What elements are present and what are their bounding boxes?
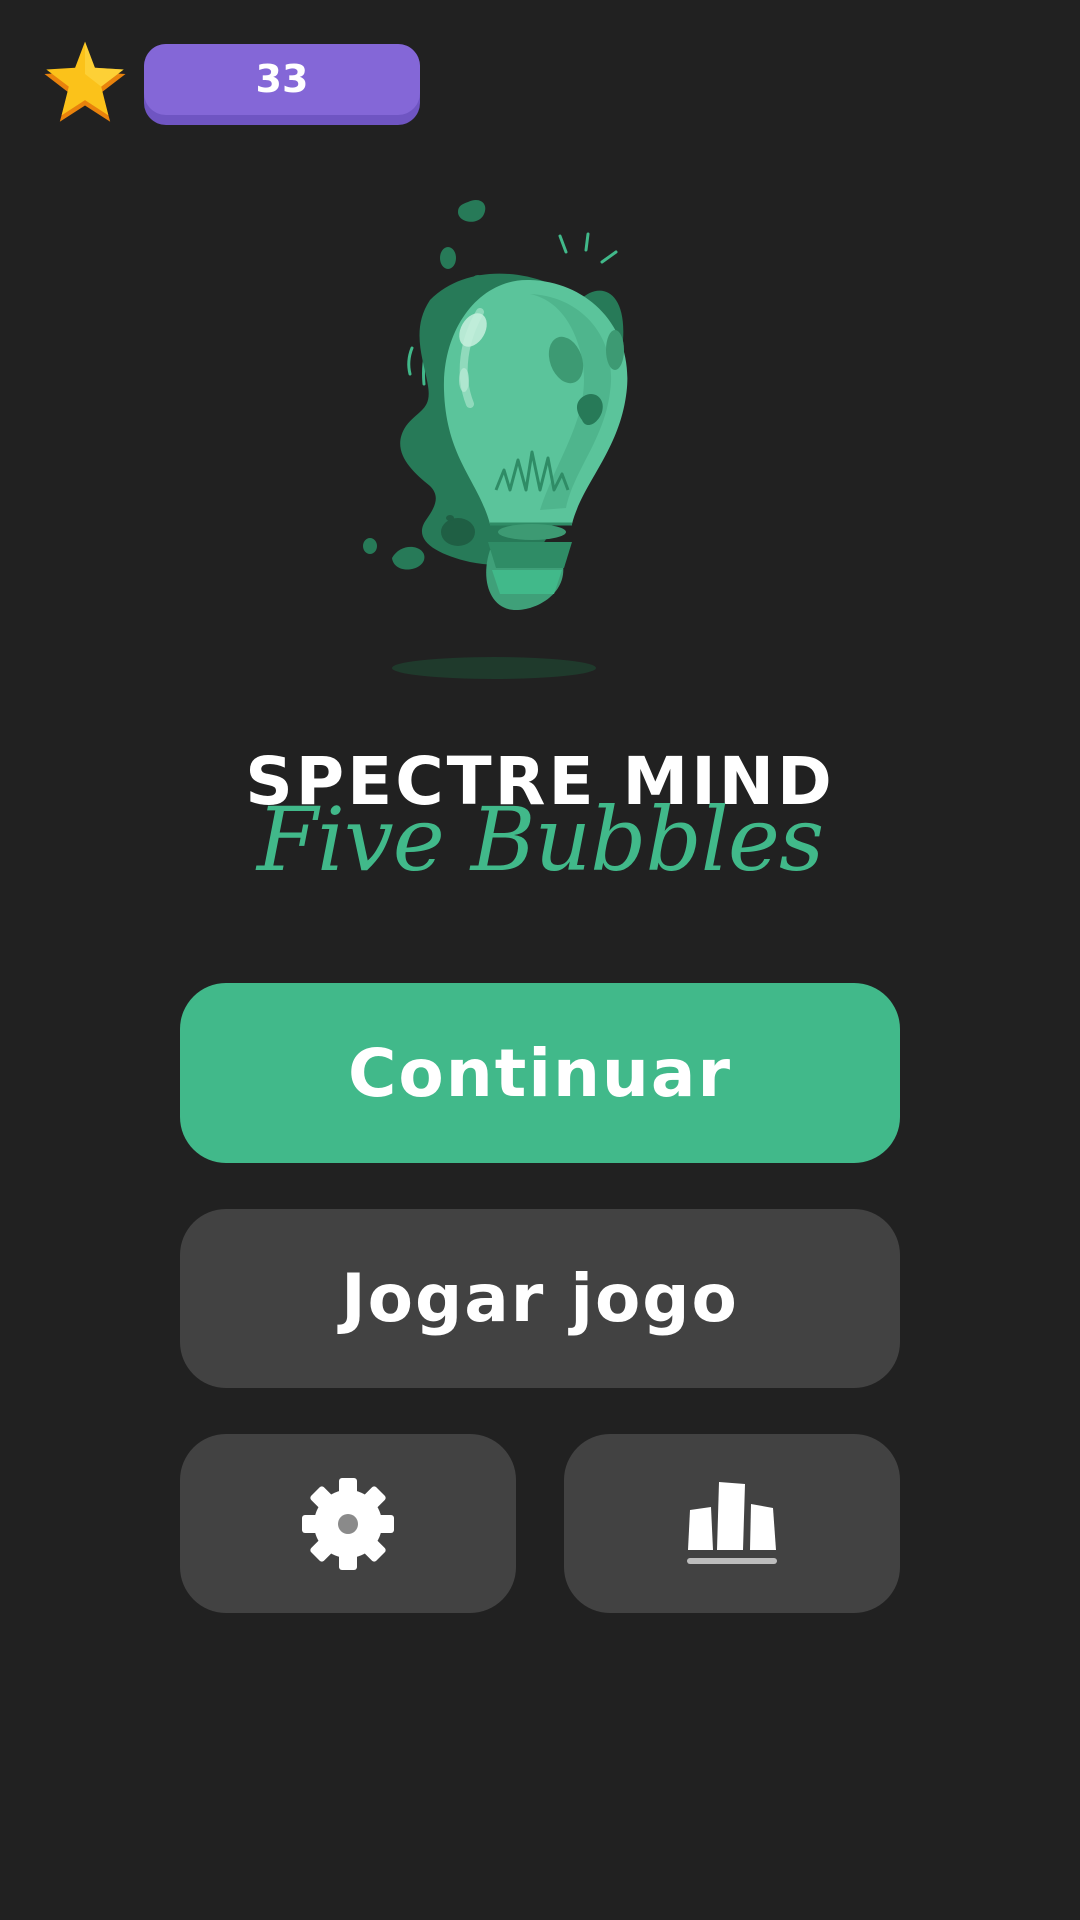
score-badge: 33 bbox=[144, 44, 420, 125]
continue-button-label: Continuar bbox=[348, 1034, 732, 1112]
settings-button[interactable] bbox=[180, 1434, 516, 1613]
continue-button[interactable]: Continuar bbox=[180, 983, 900, 1163]
gear-icon bbox=[302, 1477, 394, 1570]
leaderboard-icon bbox=[687, 1481, 777, 1564]
game-subtitle: Five Bubbles bbox=[256, 788, 824, 891]
play-game-button-label: Jogar jogo bbox=[341, 1260, 739, 1337]
lightbulb-illustration bbox=[363, 199, 628, 679]
leaderboard-button[interactable] bbox=[564, 1434, 900, 1613]
score-value: 33 bbox=[255, 57, 309, 101]
star-icon bbox=[44, 41, 126, 122]
play-game-button[interactable]: Jogar jogo bbox=[180, 1209, 900, 1388]
